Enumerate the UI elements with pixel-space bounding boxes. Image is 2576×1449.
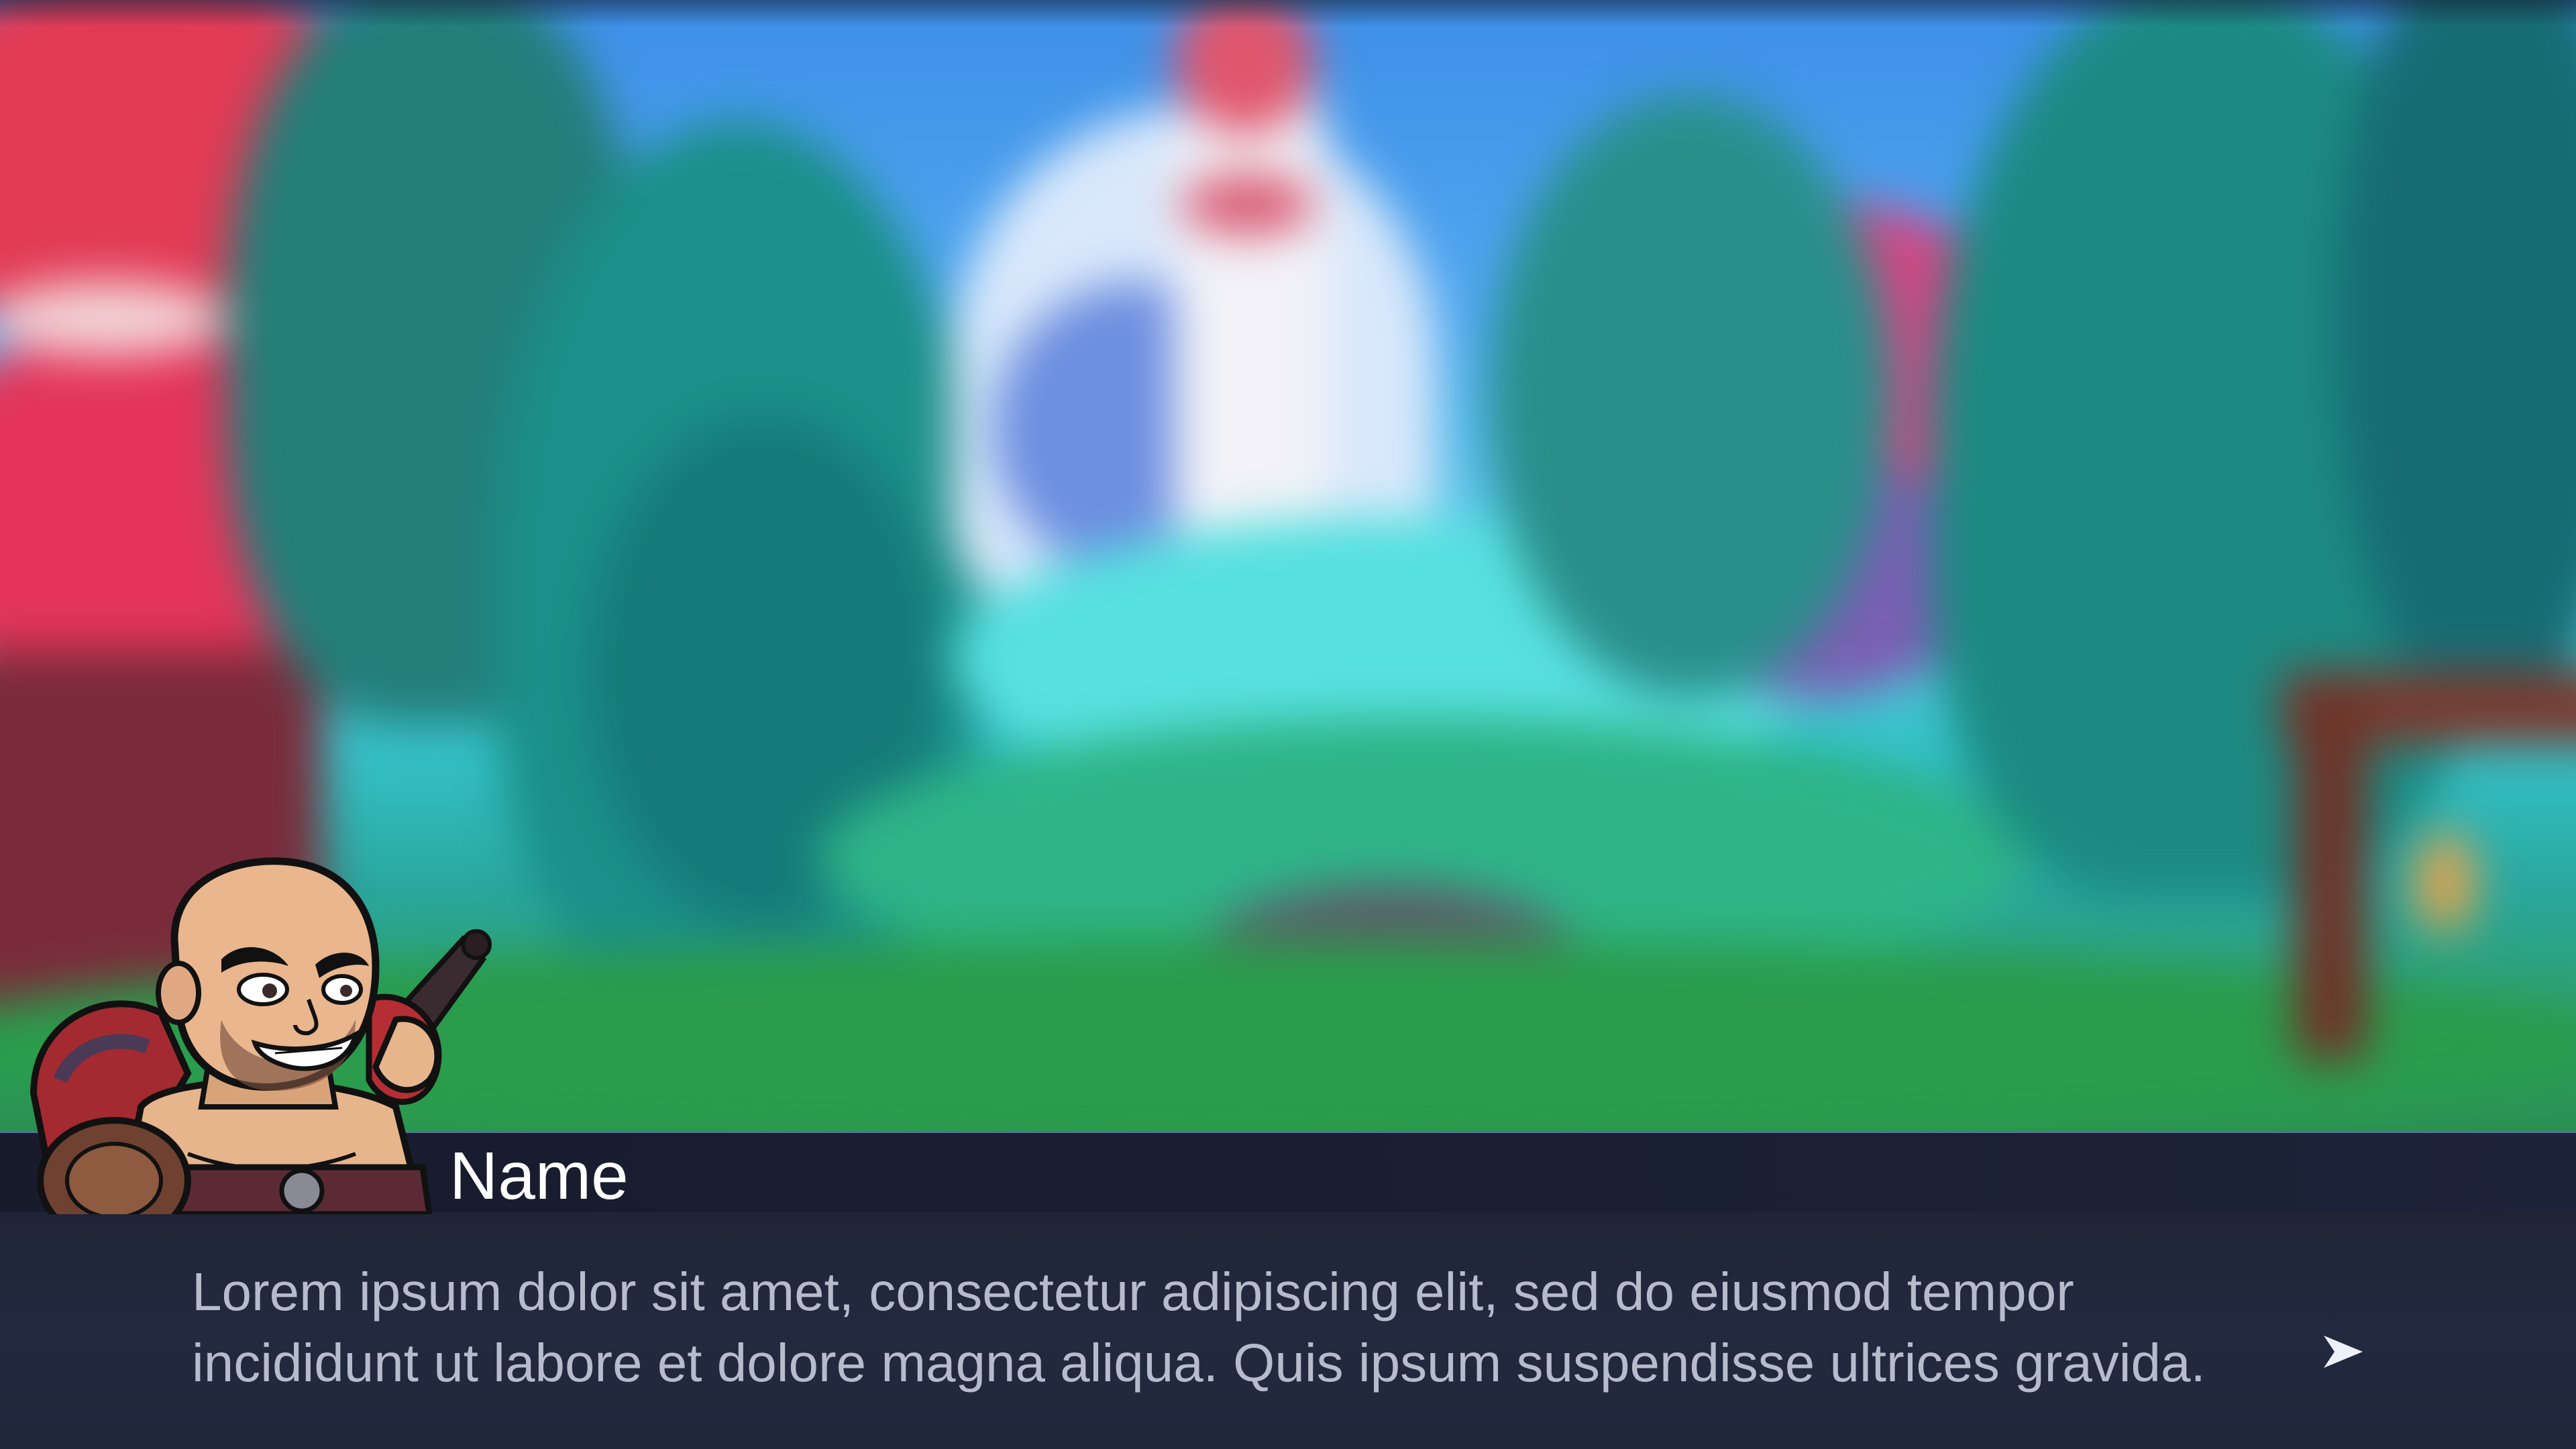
warrior-avatar [30, 857, 492, 1214]
dialogue-text-line-2: incididunt ut labore et dolore magna ali… [192, 1333, 2206, 1393]
dialogue-text-line-1: Lorem ipsum dolor sit amet, consectetur … [192, 1262, 2074, 1322]
pine-tree-right-back [1489, 94, 1892, 698]
top-shadow [0, 0, 2576, 27]
lantern [2415, 832, 2475, 932]
dialogue-box[interactable]: Lorem ipsum dolor sit amet, consectetur … [0, 1212, 2576, 1449]
play-arrow-icon[interactable] [2322, 1333, 2364, 1371]
dialogue-text: Lorem ipsum dolor sit amet, consectetur … [192, 1256, 2379, 1399]
tower-band [1181, 174, 1315, 235]
character-portrait [20, 852, 530, 1214]
gate-post [2294, 684, 2368, 1060]
